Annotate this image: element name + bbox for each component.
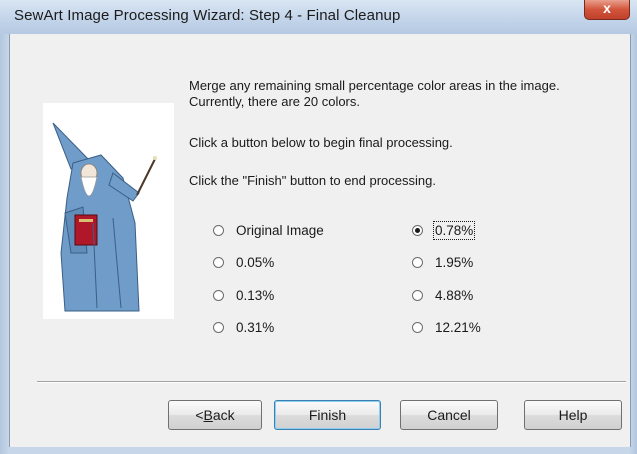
cancel-button[interactable]: Cancel [400,400,498,430]
radio-0-78[interactable]: 0.78% [412,220,476,240]
radio-4-88[interactable]: 4.88% [412,286,473,304]
radio-label: 4.88% [435,287,474,303]
close-button[interactable]: x [584,0,630,20]
radio-1-95[interactable]: 1.95% [412,253,473,271]
radio-0-05[interactable]: 0.05% [213,253,274,271]
radio-original-image[interactable]: Original Image [213,221,324,239]
back-button[interactable]: < Back [168,400,262,430]
radio-button[interactable] [412,256,423,268]
finish-button[interactable]: Finish [274,400,381,430]
radio-12-21[interactable]: 12.21% [412,318,481,336]
radio-button[interactable] [412,321,423,333]
radio-label: 12.21% [435,319,481,335]
cancel-label: Cancel [427,407,471,423]
back-prefix: < [195,407,204,423]
back-mnemonic: B [203,407,213,423]
radio-label: 0.05% [236,254,275,270]
radio-button-selected[interactable] [412,224,423,236]
radio-button[interactable] [213,256,224,268]
back-label-rest: ack [212,407,235,423]
radio-selected-dot [415,227,420,233]
radio-label: 0.78% [432,220,476,240]
radio-0-13[interactable]: 0.13% [213,286,274,304]
title-bar[interactable]: SewArt Image Processing Wizard: Step 4 -… [0,0,637,34]
radio-button[interactable] [213,321,224,333]
merge-description: Merge any remaining small percentage col… [189,78,560,109]
wizard-illustration [43,103,174,319]
help-label: Help [558,407,588,423]
radio-label: Original Image [236,222,324,238]
radio-label: 0.13% [236,287,275,303]
radio-label: 0.31% [236,319,275,335]
finish-label: Finish [308,407,347,423]
separator-line [37,381,626,383]
help-button[interactable]: Help [524,400,622,430]
close-icon: x [603,0,611,16]
radio-button[interactable] [213,224,224,236]
radio-button[interactable] [213,289,224,301]
radio-button[interactable] [412,289,423,301]
begin-processing-text: Click a button below to begin final proc… [189,135,453,150]
window-title: SewArt Image Processing Wizard: Step 4 -… [14,7,401,24]
radio-0-31[interactable]: 0.31% [213,318,274,336]
radio-label: 1.95% [435,254,474,270]
window-border-left [0,34,9,454]
finish-instruction-text: Click the "Finish" button to end process… [189,173,436,188]
wizard-icon [52,122,157,312]
